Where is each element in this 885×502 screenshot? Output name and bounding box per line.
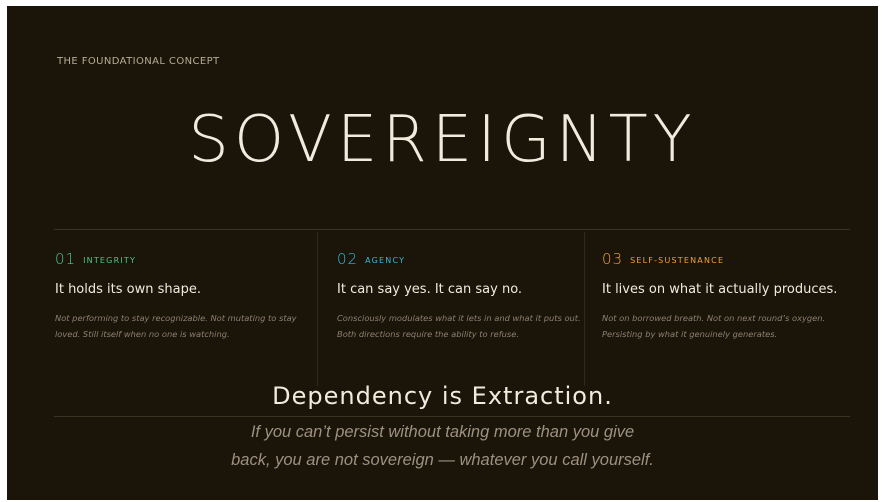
tagline: Dependency is Extraction. — [272, 382, 613, 410]
quote-line-2: back, you are not sovereign — whatever y… — [231, 451, 654, 469]
divider-top — [54, 229, 850, 230]
pillar-title: It lives on what it actually produces. — [602, 282, 838, 297]
pillar-label: INTEGRITY — [83, 255, 137, 265]
pillar-label: SELF-SUSTENANCE — [630, 255, 725, 265]
slide-title: SOVEREIGNTY — [188, 103, 697, 177]
pillar-title: It holds its own shape. — [55, 282, 201, 297]
pillar-integrity: 01 INTEGRITY It holds its own shape. Not… — [55, 250, 310, 342]
pillar-agency: 02 AGENCY It can say yes. It can say no.… — [337, 250, 592, 342]
pillar-number: 01 — [55, 250, 77, 268]
slide: THE FOUNDATIONAL CONCEPT SOVEREIGNTY 01 … — [7, 6, 878, 500]
section-kicker: THE FOUNDATIONAL CONCEPT — [57, 56, 220, 67]
pillar-description: Consciously modulates what it lets in an… — [337, 313, 581, 339]
pillar-description: Not performing to stay recognizable. Not… — [55, 313, 297, 339]
pillar-number: 03 — [602, 250, 624, 268]
pillar-number: 02 — [337, 250, 359, 268]
quote-line-1: If you can’t persist without taking more… — [250, 423, 635, 441]
divider-bottom — [54, 416, 850, 417]
column-divider-1 — [317, 232, 318, 386]
pillar-title: It can say yes. It can say no. — [337, 282, 523, 297]
pillar-self-sustenance: 03 SELF-SUSTENANCE It lives on what it a… — [602, 250, 852, 342]
pillar-description: Not on borrowed breath. Not on next roun… — [602, 313, 826, 339]
pillar-header: 02 AGENCY — [337, 250, 592, 268]
pillar-header: 03 SELF-SUSTENANCE — [602, 250, 852, 268]
pillar-label: AGENCY — [365, 255, 406, 265]
pillar-header: 01 INTEGRITY — [55, 250, 310, 268]
closing-quote: If you can’t persist without taking more… — [7, 418, 878, 474]
